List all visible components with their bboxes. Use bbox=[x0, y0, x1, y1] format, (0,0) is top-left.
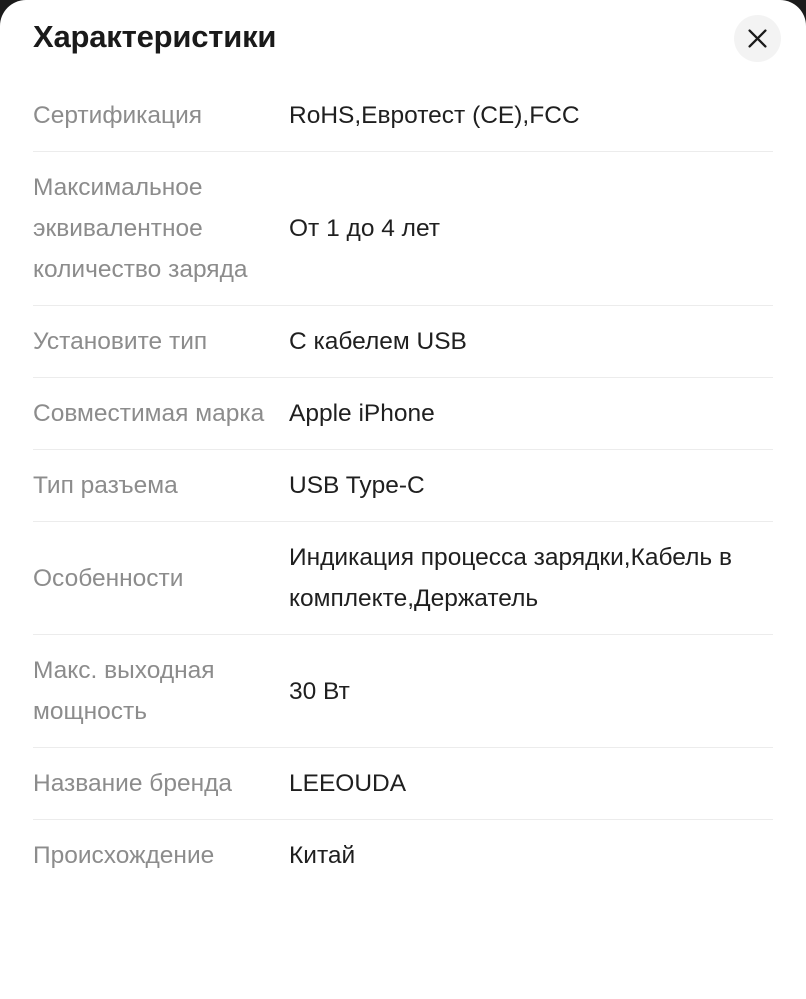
table-row: Название бренда LEEOUDA bbox=[33, 747, 773, 819]
spec-label-text: Название бренда bbox=[33, 770, 233, 797]
spec-label-text: Совместимая марка bbox=[33, 400, 265, 427]
spec-value-text: От 1 до 4 лет bbox=[289, 215, 441, 242]
spec-value: LEEOUDA bbox=[289, 748, 773, 819]
spec-label: Максимальное эквивалентное количество за… bbox=[33, 152, 289, 305]
modal-header: Характеристики bbox=[0, 0, 806, 80]
spec-value: 30 Вт bbox=[289, 635, 773, 747]
spec-label: Особенности bbox=[33, 522, 289, 634]
spec-value-text: RoHS,Евротест (CE),FCC bbox=[289, 102, 580, 129]
table-row: Происхождение Китай bbox=[33, 819, 773, 891]
spec-label: Сертификация bbox=[33, 80, 289, 151]
spec-label: Совместимая марка bbox=[33, 378, 289, 449]
table-row: Установите тип С кабелем USB bbox=[33, 305, 773, 377]
spec-value-text: 30 Вт bbox=[289, 677, 350, 705]
spec-label: Название бренда bbox=[33, 748, 289, 819]
spec-value-text: USB Type-C bbox=[289, 472, 425, 499]
table-row: Сертификация RoHS,Евротест (CE),FCC bbox=[33, 80, 773, 151]
spec-label-text: Происхождение bbox=[33, 842, 215, 869]
spec-value: USB Type-C bbox=[289, 450, 773, 521]
page-title: Характеристики bbox=[33, 19, 277, 54]
spec-value-text: Индикация процесса зарядки,Кабель в комп… bbox=[289, 544, 732, 612]
table-row: Макс. выходная мощность 30 Вт bbox=[33, 634, 773, 747]
spec-label-text: Тип разъема bbox=[33, 472, 178, 499]
spec-label: Происхождение bbox=[33, 820, 289, 891]
spec-label-text: Макс. выходная мощность bbox=[33, 657, 215, 725]
spec-value-text: LEEOUDA bbox=[289, 770, 407, 797]
spec-label-text: Установите тип bbox=[33, 328, 208, 355]
spec-value: RoHS,Евротест (CE),FCC bbox=[289, 80, 773, 151]
spec-label: Установите тип bbox=[33, 306, 289, 377]
spec-value-text: С кабелем USB bbox=[289, 328, 467, 355]
spec-label-text: Максимальное эквивалентное количество за… bbox=[33, 174, 248, 283]
spec-value: От 1 до 4 лет bbox=[289, 152, 773, 305]
table-row: Тип разъема USB Type-C bbox=[33, 449, 773, 521]
spec-label: Тип разъема bbox=[33, 450, 289, 521]
spec-value: Индикация процесса зарядки,Кабель в комп… bbox=[289, 522, 773, 634]
specifications-modal-sheet: Характеристики Сертификация RoHS,Евротест… bbox=[0, 0, 806, 999]
spec-value-text: Китай bbox=[289, 842, 356, 869]
spec-value-text: Apple iPhone bbox=[289, 400, 435, 427]
spec-value: Apple iPhone bbox=[289, 378, 773, 449]
spec-label-text: Особенности bbox=[33, 564, 184, 592]
specifications-table: Сертификация RoHS,Евротест (CE),FCC Максим… bbox=[0, 80, 806, 891]
table-row: Особенности Индикация процесса зарядки,Ка… bbox=[33, 521, 773, 634]
table-row: Максимальное эквивалентное количество за… bbox=[33, 151, 773, 305]
spec-value: Китай bbox=[289, 820, 773, 891]
spec-label: Макс. выходная мощность bbox=[33, 635, 289, 747]
spec-label-text: Сертификация bbox=[33, 102, 203, 129]
close-icon bbox=[747, 28, 768, 49]
close-button[interactable] bbox=[734, 15, 781, 62]
table-row: Совместимая марка Apple iPhone bbox=[33, 377, 773, 449]
spec-value: С кабелем USB bbox=[289, 306, 773, 377]
